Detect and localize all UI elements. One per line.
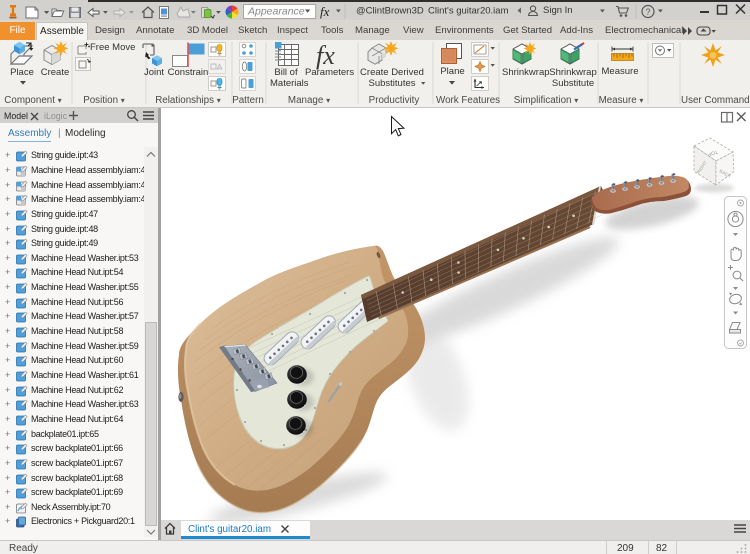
svg-text:fx: fx [316,41,335,70]
svg-text:Clint's guitar20.iam: Clint's guitar20.iam [428,6,509,17]
svg-text:?: ? [646,7,651,17]
svg-text:fx: fx [320,4,330,19]
svg-text:@ClintBrown3D: @ClintBrown3D [356,6,424,17]
svg-text:Sign In: Sign In [543,5,573,16]
svg-text:Appearance: Appearance [247,6,305,18]
